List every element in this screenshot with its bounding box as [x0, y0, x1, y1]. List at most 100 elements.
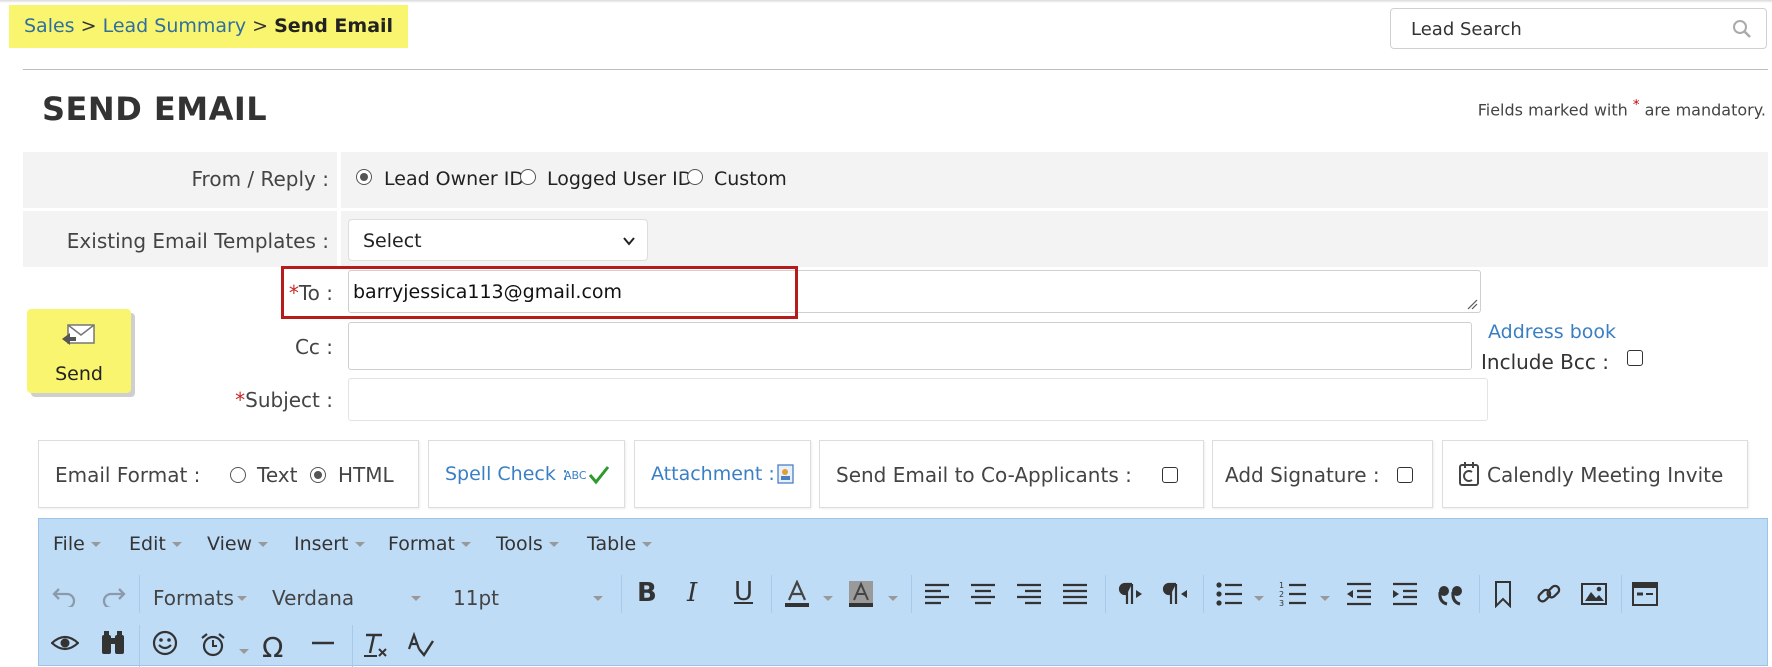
blockquote-icon[interactable]: [1437, 580, 1465, 608]
menu-tools[interactable]: Tools: [496, 533, 559, 555]
chevron-down-icon: [623, 237, 635, 246]
numbered-list-icon[interactable]: 123: [1279, 580, 1307, 608]
font-size-caret: [593, 596, 603, 601]
mandatory-star: *: [1632, 98, 1640, 113]
preview-eye-icon[interactable]: [51, 629, 79, 657]
bold-icon[interactable]: B: [637, 578, 657, 608]
templates-label: Existing Email Templates :: [66, 229, 329, 253]
font-size-dropdown[interactable]: 11pt: [453, 586, 499, 610]
attachment-label[interactable]: Attachment :: [651, 463, 775, 485]
special-character-icon[interactable]: Ω: [262, 631, 283, 664]
resize-handle-icon[interactable]: [1466, 298, 1478, 310]
subject-label-text: Subject :: [245, 388, 333, 412]
menu-table-label: Table: [587, 533, 637, 555]
bullet-list-caret[interactable]: [1254, 596, 1264, 601]
format-html-radio[interactable]: [310, 467, 326, 483]
spell-check-box[interactable]: Spell Check : ABC: [428, 440, 625, 508]
radio-lead-owner-id[interactable]: [356, 169, 372, 185]
co-applicants-box: Send Email to Co-Applicants :: [819, 440, 1204, 508]
font-family-dropdown[interactable]: Verdana: [272, 586, 354, 610]
background-color-icon[interactable]: [847, 580, 875, 608]
svg-text:3: 3: [1279, 599, 1284, 608]
breadcrumb-separator: >: [252, 15, 269, 37]
from-reply-label-cell: From / Reply :: [23, 152, 341, 208]
attachment-icon[interactable]: [775, 463, 797, 485]
date-time-caret[interactable]: [239, 649, 249, 654]
address-book-link[interactable]: Address book: [1488, 321, 1616, 343]
templates-row: Existing Email Templates :: [23, 211, 1768, 267]
template-insert-icon[interactable]: [1631, 580, 1659, 608]
bullet-list-icon[interactable]: [1215, 580, 1243, 608]
format-text-label: Text: [257, 463, 298, 487]
redo-icon[interactable]: [99, 579, 127, 607]
co-applicants-checkbox[interactable]: [1162, 467, 1178, 483]
numbered-list-caret[interactable]: [1320, 596, 1330, 601]
radio-custom[interactable]: [687, 169, 703, 185]
mandatory-note-suffix: are mandatory.: [1644, 100, 1766, 120]
text-color-icon[interactable]: [783, 580, 811, 608]
attachment-box[interactable]: Attachment :: [634, 440, 811, 508]
spell-check-label[interactable]: Spell Check :: [445, 463, 568, 485]
spellchecker-icon[interactable]: [407, 631, 435, 659]
text-color-caret[interactable]: [823, 596, 833, 601]
bookmark-icon[interactable]: [1489, 580, 1517, 608]
cc-field[interactable]: [348, 322, 1472, 370]
radio-logged-user-id-label: Logged User ID: [547, 168, 693, 190]
italic-icon[interactable]: I: [687, 578, 697, 608]
search-icon[interactable]: [1732, 19, 1752, 39]
add-signature-checkbox[interactable]: [1397, 467, 1413, 483]
find-replace-icon[interactable]: [99, 629, 127, 657]
to-highlight: [281, 266, 798, 319]
menu-format-label: Format: [388, 533, 455, 555]
rtl-direction-icon[interactable]: [1161, 580, 1189, 608]
toolbar-separator: [1621, 575, 1622, 613]
subject-field[interactable]: [348, 378, 1488, 421]
align-justify-icon[interactable]: [1061, 580, 1089, 608]
email-template-select[interactable]: Select: [348, 219, 648, 261]
indent-icon[interactable]: [1391, 580, 1419, 608]
clear-formatting-icon[interactable]: [361, 631, 389, 659]
format-text-radio[interactable]: [230, 467, 246, 483]
align-center-icon[interactable]: [969, 580, 997, 608]
toolbar-separator: [1203, 575, 1204, 613]
menu-table[interactable]: Table: [587, 533, 653, 555]
email-format-label: Email Format :: [55, 463, 201, 487]
calendly-box[interactable]: Calendly Meeting Invite: [1442, 440, 1748, 508]
radio-logged-user-id[interactable]: [520, 169, 536, 185]
undo-icon[interactable]: [51, 579, 79, 607]
menu-view[interactable]: View: [207, 533, 269, 555]
breadcrumb: Sales > Lead Summary > Send Email: [9, 5, 409, 48]
toolbar-separator: [1105, 575, 1106, 613]
menu-edit[interactable]: Edit: [129, 533, 182, 555]
formats-dropdown[interactable]: Formats: [153, 586, 234, 610]
align-left-icon[interactable]: [923, 580, 951, 608]
calendly-label[interactable]: Calendly Meeting Invite: [1487, 463, 1723, 487]
menu-file[interactable]: File: [53, 533, 101, 555]
toolbar-separator: [771, 575, 772, 613]
lead-search-input[interactable]: Lead Search: [1390, 8, 1767, 49]
align-right-icon[interactable]: [1015, 580, 1043, 608]
alarm-clock-icon[interactable]: [199, 631, 227, 659]
page-title: SEND EMAIL: [42, 90, 268, 128]
breadcrumb-separator: >: [80, 15, 97, 37]
menu-view-label: View: [207, 533, 253, 555]
horizontal-line-icon[interactable]: [309, 629, 337, 657]
toolbar-separator: [352, 625, 353, 667]
underline-icon[interactable]: U: [734, 577, 753, 607]
co-applicants-label: Send Email to Co-Applicants :: [836, 463, 1132, 487]
menu-insert[interactable]: Insert: [294, 533, 365, 555]
image-icon[interactable]: [1580, 580, 1608, 608]
lead-search-placeholder: Lead Search: [1411, 19, 1522, 40]
breadcrumb-lead-summary-link[interactable]: Lead Summary: [103, 15, 247, 37]
link-icon[interactable]: [1535, 580, 1563, 608]
ltr-direction-icon[interactable]: [1115, 580, 1143, 608]
spell-check-icon[interactable]: ABC: [564, 465, 610, 485]
menu-format[interactable]: Format: [388, 533, 471, 555]
include-bcc-checkbox[interactable]: [1627, 350, 1643, 366]
formats-label: Formats: [153, 586, 234, 610]
breadcrumb-sales-link[interactable]: Sales: [24, 15, 75, 37]
emoticons-icon[interactable]: [151, 629, 179, 657]
signature-box: Add Signature :: [1212, 440, 1433, 508]
outdent-icon[interactable]: [1345, 580, 1373, 608]
background-color-caret[interactable]: [888, 596, 898, 601]
